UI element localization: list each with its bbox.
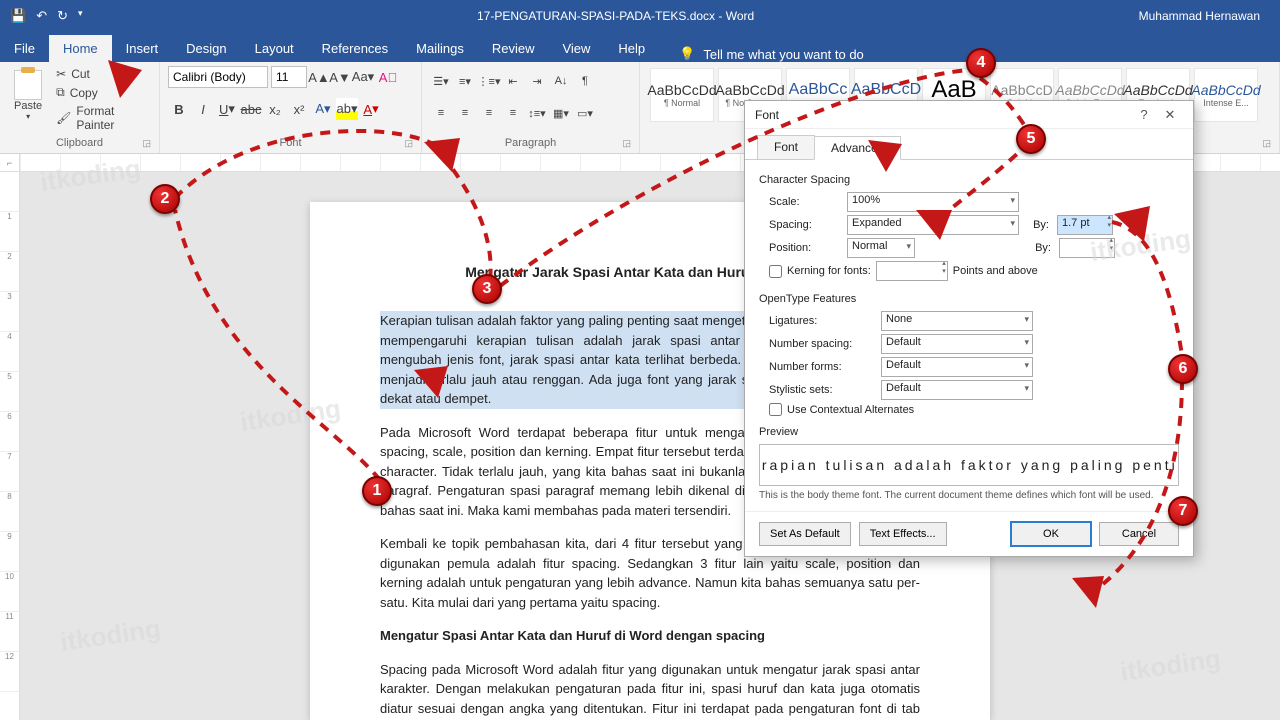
annotation-badge-7: 7 [1168, 496, 1198, 526]
annotation-overlay [0, 0, 1280, 720]
annotation-badge-3: 3 [472, 274, 502, 304]
annotation-badge-4: 4 [966, 48, 996, 78]
annotation-badge-1: 1 [362, 476, 392, 506]
annotation-badge-6: 6 [1168, 354, 1198, 384]
annotation-badge-2: 2 [150, 184, 180, 214]
annotation-badge-5: 5 [1016, 124, 1046, 154]
